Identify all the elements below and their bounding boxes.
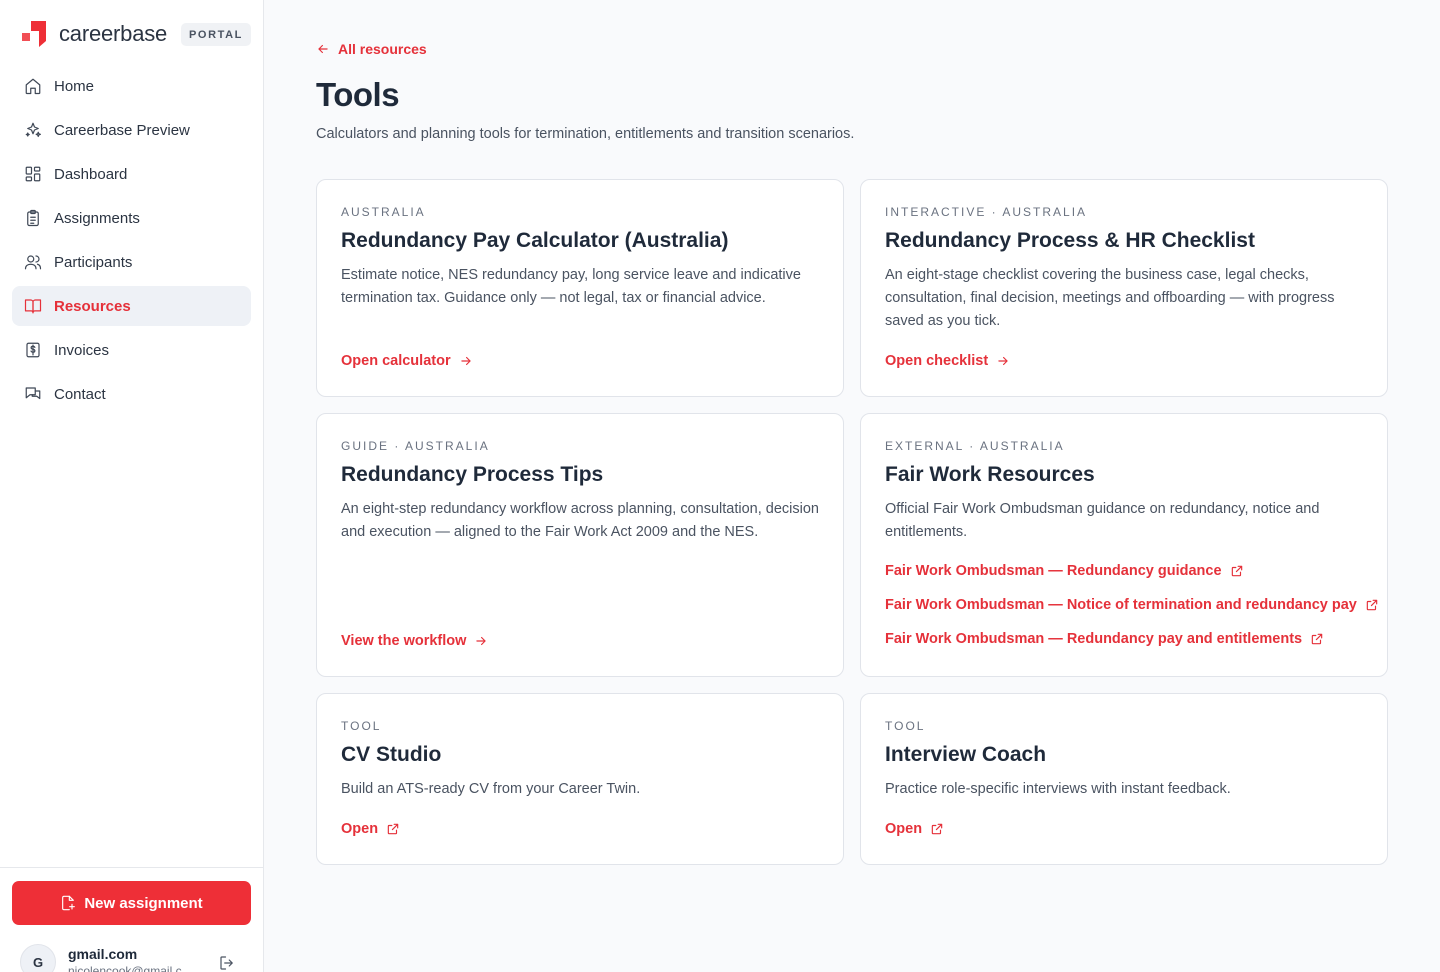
main-content: All resources Tools Calculators and plan…	[264, 0, 1440, 972]
sidebar-item-careerbase-preview[interactable]: Careerbase Preview	[12, 110, 251, 150]
user-email: nicolencook@gmail.c	[68, 964, 182, 972]
card-title: Fair Work Resources	[885, 463, 1095, 486]
card-eyebrow: TOOL	[341, 719, 382, 733]
link-label: Open	[885, 821, 923, 837]
link-label: Open checklist	[885, 353, 989, 369]
arrow-left-icon	[318, 44, 328, 54]
sidebar-item-resources[interactable]: Resources	[12, 286, 251, 326]
sidebar-item-invoices[interactable]: Invoices	[12, 330, 251, 370]
card-title: Redundancy Process Tips	[341, 463, 604, 486]
card-eyebrow: EXTERNAL · AUSTRALIA	[885, 439, 1065, 453]
card-title: Redundancy Pay Calculator (Australia)	[341, 229, 729, 252]
chat-icon	[24, 385, 42, 403]
sidebar-item-assignments[interactable]: Assignments	[12, 198, 251, 238]
user-name: gmail.com	[68, 946, 138, 962]
back-link-label: All resources	[338, 41, 427, 57]
dollar-icon	[24, 341, 42, 359]
open-checklist-link[interactable]: Open checklist	[885, 353, 1010, 369]
card-cv-studio: TOOL CV Studio Build an ATS-ready CV fro…	[316, 693, 844, 865]
card-title: CV Studio	[341, 743, 442, 766]
fair-work-redundancy-guidance-link[interactable]: Fair Work Ombudsman — Redundancy guidanc…	[885, 563, 1244, 579]
sidebar-item-participants[interactable]: Participants	[12, 242, 251, 282]
clipboard-icon	[24, 209, 42, 227]
page-title: Tools	[316, 76, 400, 113]
sidebar-item-label: Careerbase Preview	[54, 121, 190, 139]
card-title: Interview Coach	[885, 743, 1047, 766]
dashboard-icon	[24, 165, 42, 183]
card-description: An eight-stage checklist covering the bu…	[885, 267, 1335, 329]
external-link-icon	[931, 823, 943, 835]
sidebar: careerbase PORTAL Home Careerbase Previe…	[0, 0, 264, 972]
external-link-icon	[1366, 599, 1378, 611]
arrow-right-icon	[476, 636, 487, 646]
file-plus-icon	[62, 895, 76, 911]
external-link-icon	[387, 823, 399, 835]
sidebar-item-dashboard[interactable]: Dashboard	[12, 154, 251, 194]
page-subtitle: Calculators and planning tools for termi…	[316, 126, 855, 142]
open-cv-studio-link[interactable]: Open	[341, 821, 400, 837]
avatar[interactable]: G	[20, 944, 56, 972]
card-eyebrow: AUSTRALIA	[341, 205, 426, 219]
link-label: Open	[341, 821, 379, 837]
sidebar-item-contact[interactable]: Contact	[12, 374, 251, 414]
card-description: An eight-step redundancy workflow across…	[341, 501, 819, 540]
brand-name: careerbase	[59, 21, 168, 46]
sidebar-item-label: Participants	[54, 253, 133, 271]
fair-work-notice-termination-link[interactable]: Fair Work Ombudsman — Notice of terminat…	[885, 597, 1379, 613]
open-interview-coach-link[interactable]: Open	[885, 821, 944, 837]
open-calculator-link[interactable]: Open calculator	[341, 353, 473, 369]
card-eyebrow: INTERACTIVE · AUSTRALIA	[885, 205, 1088, 219]
card-title: Redundancy Process & HR Checklist	[885, 229, 1255, 252]
sidebar-item-label: Contact	[54, 385, 106, 403]
card-description: Build an ATS-ready CV from your Career T…	[341, 781, 641, 797]
card-eyebrow: GUIDE · AUSTRALIA	[341, 439, 490, 453]
book-icon	[24, 297, 42, 315]
external-link-icon	[1311, 633, 1323, 645]
card-description: Estimate notice, NES redundancy pay, lon…	[341, 267, 801, 306]
sidebar-item-label: Assignments	[54, 209, 140, 227]
sidebar-item-label: Dashboard	[54, 165, 128, 183]
fair-work-redundancy-pay-link[interactable]: Fair Work Ombudsman — Redundancy pay and…	[885, 631, 1324, 647]
card-redundancy-pay-calculator: AUSTRALIA Redundancy Pay Calculator (Aus…	[316, 179, 844, 397]
card-description: Practice role-specific interviews with i…	[885, 781, 1231, 797]
arrow-right-icon	[998, 356, 1008, 366]
logout-icon[interactable]	[218, 954, 236, 972]
card-redundancy-process-checklist: INTERACTIVE · AUSTRALIA Redundancy Proce…	[860, 179, 1388, 397]
sidebar-nav: Home Careerbase Preview Dashboard Assign…	[12, 66, 251, 418]
back-link-all-resources[interactable]: All resources	[316, 41, 427, 57]
sidebar-item-label: Resources	[54, 297, 131, 315]
link-label: Fair Work Ombudsman — Redundancy guidanc…	[885, 563, 1222, 579]
sidebar-item-label: Home	[54, 77, 95, 95]
card-interview-coach: TOOL Interview Coach Practice role-speci…	[860, 693, 1388, 865]
sparkles-icon	[24, 121, 42, 139]
card-fair-work-resources: EXTERNAL · AUSTRALIA Fair Work Resources…	[860, 413, 1388, 677]
card-eyebrow: TOOL	[885, 719, 926, 733]
sidebar-footer: New assignment G gmail.com nicolencook@g…	[0, 867, 263, 972]
brand[interactable]: careerbase	[20, 18, 167, 50]
external-link-icon	[1231, 565, 1242, 577]
users-icon	[24, 253, 42, 271]
home-icon	[24, 77, 42, 95]
sidebar-item-home[interactable]: Home	[12, 66, 251, 106]
new-assignment-button[interactable]: New assignment	[12, 881, 251, 925]
card-redundancy-process-tips: GUIDE · AUSTRALIA Redundancy Process Tip…	[316, 413, 844, 677]
view-workflow-link[interactable]: View the workflow	[341, 633, 488, 649]
card-description: Official Fair Work Ombudsman guidance on…	[885, 501, 1320, 540]
arrow-right-icon	[460, 356, 471, 366]
careerbase-logo-icon	[22, 21, 46, 47]
link-label: Open calculator	[341, 353, 451, 369]
new-assignment-label: New assignment	[84, 894, 203, 912]
sidebar-item-label: Invoices	[54, 341, 110, 359]
link-label: Fair Work Ombudsman — Notice of terminat…	[885, 597, 1357, 613]
portal-badge: PORTAL	[181, 23, 252, 46]
link-label: View the workflow	[341, 633, 467, 649]
link-label: Fair Work Ombudsman — Redundancy pay and…	[885, 631, 1303, 647]
